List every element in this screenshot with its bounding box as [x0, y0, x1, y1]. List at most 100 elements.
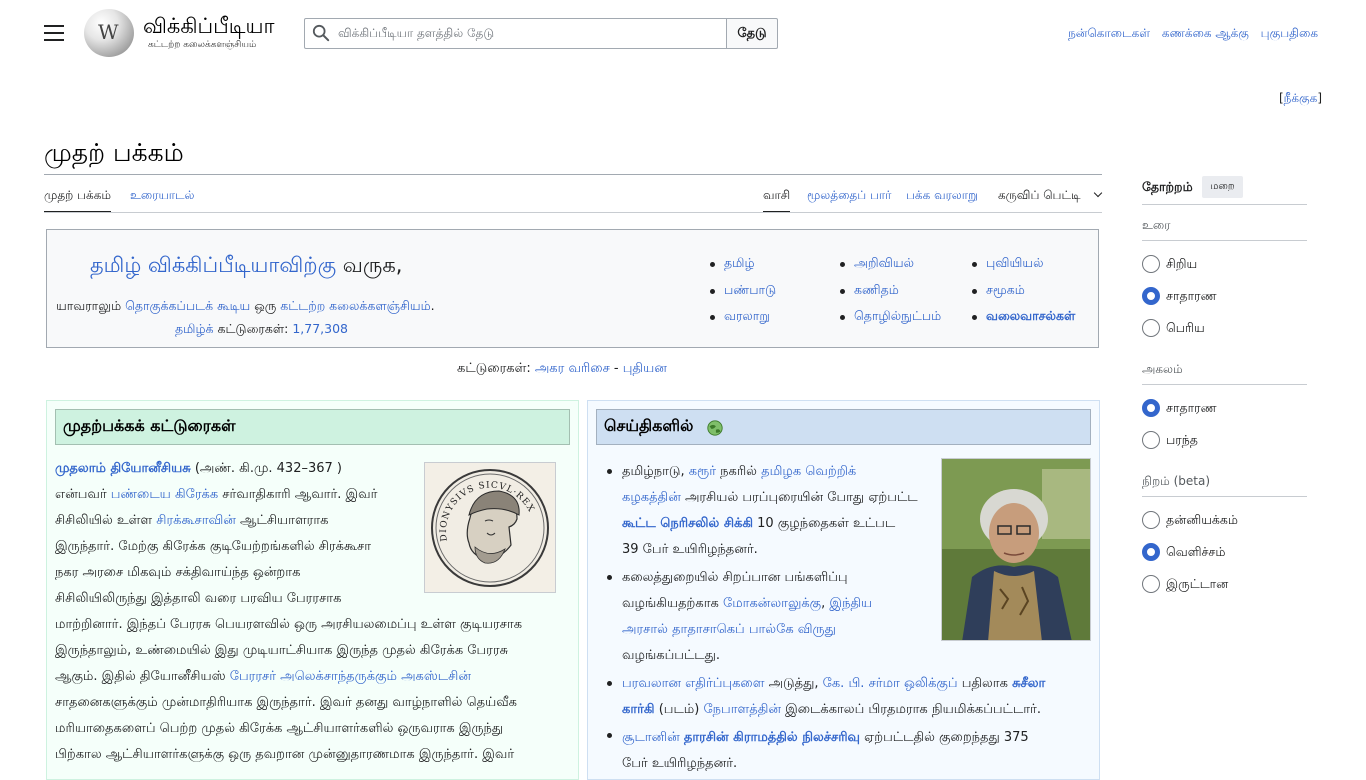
color-auto-radio[interactable] [1142, 511, 1160, 529]
protests-link[interactable]: பரவலான எதிர்ப்புகளை [622, 676, 764, 691]
appearance-divider [1142, 204, 1307, 205]
featured-line-10: சாதனைகளுக்கும் முன்மாதிரியாக இருந்தார். … [55, 695, 517, 710]
text-small-label: சிறிய [1166, 256, 1198, 271]
welcome-sub-prefix: யாவராலும் [56, 298, 126, 313]
title-divider [44, 174, 1102, 175]
mohanlal-link[interactable]: மோகன்லாலுக்கு [723, 596, 821, 611]
portal-tamil[interactable]: தமிழ் [710, 255, 755, 272]
tamil-link[interactable]: தமிழ்க் [175, 321, 214, 336]
news-item-4-line-1: சூடானின் தாரசின் கிராமத்தில் நிலச்சரிவு … [622, 725, 1092, 751]
news-bullet-3 [607, 681, 612, 686]
article-count-value[interactable]: 1,77,308 [292, 321, 348, 336]
login-link[interactable]: புகுபதிகை [1261, 26, 1318, 40]
welcome-title-rest: வருக, [336, 253, 403, 277]
featured-l2-b: சர்வாதிகாரி ஆவார். இவர் [218, 487, 378, 502]
tools-dropdown[interactable]: கருவிப் பெட்டி [998, 188, 1102, 213]
article-index-label: கட்டுரைகள்: [457, 361, 531, 376]
color-dark-radio[interactable] [1142, 575, 1160, 593]
color-auto-label: தன்னியக்கம் [1166, 512, 1238, 527]
featured-l9-text: ஆகும். இதில் தியோனீசியஸ் [55, 669, 230, 684]
news-bullet-2 [607, 575, 612, 580]
oli-link[interactable]: கே. பி. சர்மா ஒலிக்குப் [823, 676, 958, 691]
wikipedia-logo[interactable] [84, 9, 134, 57]
width-standard-radio[interactable] [1142, 399, 1160, 417]
tab-talk[interactable]: உரையாடல் [130, 188, 195, 213]
tab-view-source[interactable]: மூலத்தைப் பார் [807, 188, 891, 213]
sudan-link[interactable]: சூடானின் [622, 730, 680, 745]
text-standard-label: சாதாரண [1166, 288, 1217, 303]
text-standard-radio[interactable] [1142, 287, 1160, 305]
news-item-4-line-2: பேர் உயிரிழந்தனர். [622, 756, 738, 771]
main-menu-button[interactable] [44, 25, 64, 41]
width-wide-label: பரந்த [1166, 432, 1198, 447]
featured-image[interactable]: DIONYSIVS SICVL·REX [424, 462, 556, 593]
tvk-link-cont[interactable]: கழகத்தின் [622, 490, 681, 505]
featured-line-8: இருந்தாலும், உண்மையில் இது முடியாட்சியாக… [55, 643, 509, 658]
create-account-link[interactable]: கணக்கை ஆக்கு [1162, 26, 1249, 40]
color-light-radio[interactable] [1142, 543, 1160, 561]
portal-society[interactable]: சமூகம் [972, 282, 1025, 299]
syracuse-link[interactable]: சிரக்கூசாவின் [156, 513, 236, 528]
appearance-hide-button[interactable]: மறை [1202, 176, 1243, 198]
text-small-radio[interactable] [1142, 255, 1160, 273]
featured-l3-a: சிசிலியில் உள்ள [55, 513, 157, 528]
tab-read[interactable]: வாசி [763, 188, 791, 213]
appearance-title: தோற்றம் [1142, 179, 1193, 194]
news-photo[interactable] [941, 458, 1091, 641]
sushila-link[interactable]: சுசீலா [1012, 676, 1045, 691]
portal-all-portals[interactable]: வலைவாசல்கள் [971, 308, 1075, 325]
portal-history[interactable]: வரலாறு [710, 308, 770, 325]
free-encyclopedia-link[interactable]: கட்டற்ற கலைக்களஞ்சியம் [280, 298, 430, 313]
featured-date: (அண். கி.மு. 432–367 ) [190, 461, 342, 476]
featured-title-link[interactable]: முதலாம் தியோனீசியசு [55, 461, 191, 476]
news-item-3-line-2: கார்கி (படம்) நேபாளத்தின் இடைக்காலப் பிர… [622, 697, 1092, 723]
donate-link[interactable]: நன்கொடைகள் [1068, 26, 1150, 40]
phalke-award-link[interactable]: அரசால் தாதாசாகெப் பால்கே விருது [622, 622, 836, 637]
featured-line-9: ஆகும். இதில் தியோனீசியஸ் பேரரசர் அலெக்சா… [55, 664, 570, 690]
text-large-radio[interactable] [1142, 319, 1160, 337]
news-text: ஏற்பட்டதில் குறைந்தது 375 [860, 730, 1029, 745]
width-wide-radio[interactable] [1142, 431, 1160, 449]
nepal-link[interactable]: நேபாளத்தின் [703, 702, 781, 717]
tab-history[interactable]: பக்க வரலாறு [906, 188, 978, 213]
alexander-augustus-link[interactable]: பேரரசர் அலெக்சாந்தருக்கும் அகஸ்டசின் [230, 669, 471, 684]
news-bullet-1 [607, 469, 612, 474]
ancient-greek-link[interactable]: பண்டைய கிரேக்க [111, 487, 218, 502]
dismiss-notice: [நீக்குக] [1278, 91, 1322, 105]
karur-link[interactable]: கரூர் [689, 464, 716, 479]
landslide-link[interactable]: தாரசின் கிராமத்தில் நிலச்சரிவு [684, 730, 860, 745]
search-button[interactable]: தேடு [726, 18, 778, 49]
search-placeholder: விக்கிப்பீடியா தளத்தில் தேடு [338, 26, 495, 40]
featured-l2-a: என்பவர் [55, 487, 111, 502]
text-large-label: பெரிய [1166, 320, 1205, 335]
news-text: வழங்கியதற்காக [622, 596, 723, 611]
portal-mathematics[interactable]: கணிதம் [840, 282, 899, 299]
dismiss-link[interactable]: நீக்குக [1284, 91, 1318, 105]
welcome-title-link[interactable]: தமிழ் விக்கிப்பீடியாவிற்கு [90, 253, 336, 277]
portal-culture[interactable]: பண்பாடு [709, 282, 776, 299]
new-articles-link[interactable]: புதியன [623, 361, 667, 376]
portal-geography[interactable]: புவியியல் [971, 255, 1043, 272]
welcome-sub-mid: ஒரு [250, 298, 281, 313]
color-dark-label: இருட்டான [1166, 576, 1229, 591]
tab-main-page[interactable]: முதற் பக்கம் [44, 188, 112, 213]
portal-science[interactable]: அறிவியல் [840, 255, 914, 272]
article-index-separator: - [609, 361, 623, 376]
page-title: முதற் பக்கம் [44, 138, 184, 167]
news-text: அரசியல் பரப்புரையின் போது ஏற்பட்ட [680, 490, 918, 505]
width-divider [1142, 384, 1307, 385]
alphabetical-link[interactable]: அகர வரிசை [535, 361, 610, 376]
news-item-3-line-1: பரவலான எதிர்ப்புகளை அடுத்து, கே. பி. சர்… [622, 671, 1092, 697]
news-heading: செய்திகளில் [604, 416, 694, 435]
news-text: (படம்) [654, 702, 704, 717]
tvk-link[interactable]: தமிழக வெற்றிக் [761, 464, 856, 479]
coin-engraving: DIONYSIVS SICVL·REX [431, 469, 549, 587]
karki-link[interactable]: கார்கி [622, 702, 655, 717]
editable-link[interactable]: தொகுக்கப்படக் கூடிய [125, 298, 250, 313]
featured-l3-b: ஆட்சியாளராக [235, 513, 329, 528]
portal-technology[interactable]: தொழில்நுட்பம் [839, 308, 941, 325]
news-text: நகரில் [716, 464, 762, 479]
stampede-link[interactable]: கூட்ட நெரிசலில் சிக்கி [622, 516, 753, 531]
site-wordmark[interactable]: விக்கிப்பீடியா [143, 14, 274, 41]
india-link[interactable]: இந்திய [829, 596, 872, 611]
